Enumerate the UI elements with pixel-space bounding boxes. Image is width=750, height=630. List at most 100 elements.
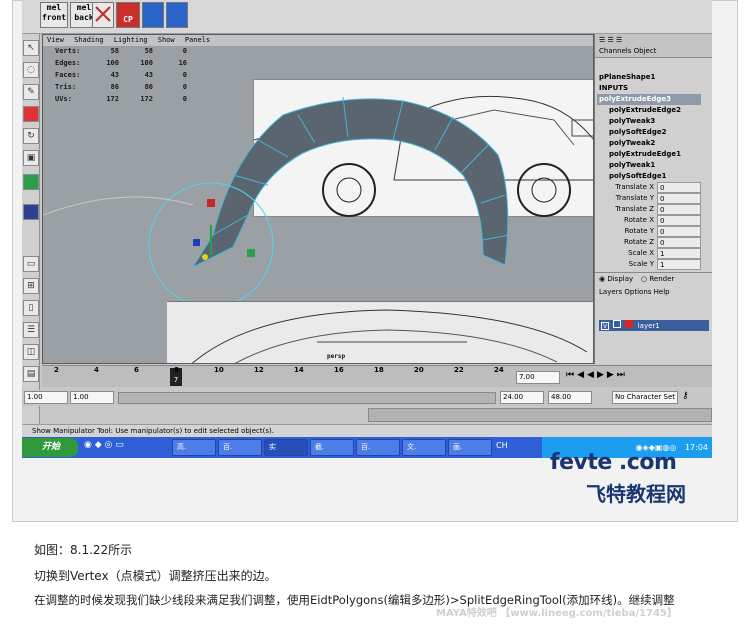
taskbar-item[interactable]: 百. — [356, 439, 400, 456]
attribute-field[interactable]: 1 — [657, 248, 701, 259]
lasso-tool-icon[interactable]: ◌ — [23, 62, 39, 78]
attribute-row: Translate Y0 — [597, 193, 701, 204]
channel-box-toggle-icons[interactable]: ☰ ☰ ☰ — [599, 36, 622, 44]
history-item[interactable]: polyTweak2 — [597, 138, 701, 149]
time-tick: 6 — [134, 366, 139, 374]
language-indicator[interactable]: CH — [496, 441, 508, 450]
attribute-row: Rotate X0 — [597, 215, 701, 226]
toolbox: ↖ ◌ ✎ ↻ ▣ ▭ ⊞ ▯ ☰ ◫ ▤ — [22, 34, 40, 424]
layout-icon[interactable] — [23, 204, 39, 220]
time-tick: 4 — [94, 366, 99, 374]
select-tool-icon[interactable]: ↖ — [23, 40, 39, 56]
history-item[interactable]: polyExtrudeEdge1 — [597, 149, 701, 160]
manipulator-x-handle[interactable] — [247, 249, 255, 257]
playback-start-field[interactable]: 1.00 — [70, 391, 114, 404]
mel-front-button[interactable]: mel front — [40, 2, 68, 28]
history-item[interactable]: polySoftEdge2 — [597, 127, 701, 138]
clock: 17:04 — [684, 443, 708, 452]
shape-node[interactable]: pPlaneShape1 — [597, 72, 701, 83]
taskbar-item[interactable]: 文. — [402, 439, 446, 456]
manipulator-y-handle[interactable] — [207, 199, 215, 207]
rotate-tool-icon[interactable]: ↻ — [23, 128, 39, 144]
caption-figure: 如图：8.1.22所示 — [34, 543, 133, 557]
layout-outliner-icon[interactable]: ☰ — [23, 322, 39, 338]
scale-tool-icon[interactable]: ▣ — [23, 150, 39, 166]
attribute-field[interactable]: 0 — [657, 193, 701, 204]
layer-menu[interactable]: Layers Options Help — [599, 288, 670, 296]
history-list: pPlaneShape1 INPUTS polyExtrudeEdge3 pol… — [597, 72, 701, 270]
taskbar-item[interactable]: 高. — [172, 439, 216, 456]
perspective-viewport[interactable]: View Shading Lighting Show Panels Verts:… — [42, 34, 594, 364]
taskbar-item[interactable]: 画. — [448, 439, 492, 456]
time-slider[interactable]: 7 2 4 6 8 10 12 14 16 18 20 22 24 7.00 ⏮… — [42, 365, 712, 387]
template-toggle[interactable] — [613, 320, 622, 328]
attribute-field[interactable]: 0 — [657, 204, 701, 215]
range-slider: 1.00 1.00 24.00 48.00 No Character Set ⚷ — [22, 390, 712, 406]
start-time-field[interactable]: 1.00 — [24, 391, 68, 404]
help-line: Show Manipulator Tool: Use manipulator(s… — [22, 424, 712, 437]
layout-two-icon[interactable]: ▯ — [23, 300, 39, 316]
time-tick: 18 — [374, 366, 384, 374]
history-item[interactable]: polyExtrudeEdge3 — [597, 94, 701, 105]
layout-four-icon[interactable]: ⊞ — [23, 278, 39, 294]
layout-extra-icon[interactable]: ▤ — [23, 366, 39, 382]
channel-box: ☰ ☰ ☰ Channels Object pPlaneShape1 INPUT… — [594, 34, 712, 364]
maya-window: mel front mel back CP ↖ ◌ ✎ ↻ ▣ ▭ ⊞ ▯ ☰ … — [22, 0, 712, 458]
taskbar-item[interactable]: 实 — [264, 439, 308, 456]
taskbar-item[interactable]: 百. — [218, 439, 262, 456]
character-set-menu[interactable]: No Character Set — [612, 391, 678, 404]
fevte-logo-text: fevte .com — [550, 450, 677, 475]
history-item[interactable]: polySoftEdge1 — [597, 171, 701, 182]
manipulator-z-handle[interactable] — [193, 239, 200, 246]
camera-label: persp — [327, 353, 346, 360]
layout-graph-icon[interactable]: ◫ — [23, 344, 39, 360]
attribute-row: Rotate Y0 — [597, 226, 701, 237]
playback-end-field[interactable]: 24.00 — [500, 391, 544, 404]
channel-box-tabs[interactable]: Channels Object — [599, 47, 656, 55]
attribute-field[interactable]: 0 — [657, 237, 701, 248]
attribute-field[interactable]: 0 — [657, 182, 701, 193]
time-tick: 20 — [414, 366, 424, 374]
playback-controls[interactable]: ⏮◀◀▶▶⏭ — [566, 370, 628, 380]
current-frame-field[interactable]: 7.00 — [516, 371, 560, 384]
attribute-field[interactable]: 0 — [657, 226, 701, 237]
range-bar[interactable] — [118, 392, 496, 404]
attribute-row: Scale X1 — [597, 248, 701, 259]
cylinder-icon[interactable] — [166, 2, 188, 28]
time-tick: 8 — [174, 366, 179, 374]
time-tick: 24 — [494, 366, 504, 374]
move-tool-icon[interactable] — [23, 106, 39, 122]
layer-row[interactable]: V layer1 — [599, 320, 709, 331]
taskbar-item[interactable]: 截. — [310, 439, 354, 456]
history-item[interactable]: polyTweak3 — [597, 116, 701, 127]
key-icon[interactable]: ⚷ — [682, 391, 689, 401]
history-item[interactable]: polyTweak1 — [597, 160, 701, 171]
show-manipulator-icon[interactable] — [23, 174, 39, 190]
end-time-field[interactable]: 48.00 — [548, 391, 592, 404]
start-button[interactable]: 开始 — [22, 438, 78, 457]
render-radio[interactable]: ○ Render — [641, 275, 674, 283]
time-tick: 14 — [294, 366, 304, 374]
layer-name[interactable]: layer1 — [638, 322, 660, 330]
layout-single-icon[interactable]: ▭ — [23, 256, 39, 272]
quick-launch-icons[interactable]: ◉ ◆ ◎ ▭ — [84, 440, 124, 450]
time-tick: 10 — [214, 366, 224, 374]
footer-watermark: MAYA特效吧 【www.lineeg.com/tieba/1745】 — [436, 608, 677, 619]
paint-tool-icon[interactable]: ✎ — [23, 84, 39, 100]
visibility-toggle[interactable]: V — [601, 322, 609, 330]
attribute-row: Rotate Z0 — [597, 237, 701, 248]
shelf-tool-icon[interactable] — [92, 2, 114, 28]
channel-box-header: ☰ ☰ ☰ Channels Object — [595, 34, 712, 58]
display-radio[interactable]: ◉ Display — [599, 275, 633, 283]
attribute-field[interactable]: 1 — [657, 259, 701, 270]
attribute-row: Scale Y1 — [597, 259, 701, 270]
site-name-watermark: 飞特教程网 — [586, 482, 686, 506]
history-item[interactable]: polyExtrudeEdge2 — [597, 105, 701, 116]
caption-step: 切换到Vertex（点模式）调整挤压出来的边。 — [34, 569, 277, 583]
layer-editor-header: ◉ Display ○ Render Layers Options Help — [595, 272, 712, 298]
layer-color-swatch[interactable] — [625, 320, 634, 328]
cp-button[interactable]: CP — [116, 2, 140, 28]
command-line[interactable] — [368, 408, 712, 422]
attribute-field[interactable]: 0 — [657, 215, 701, 226]
cube-icon[interactable] — [142, 2, 164, 28]
